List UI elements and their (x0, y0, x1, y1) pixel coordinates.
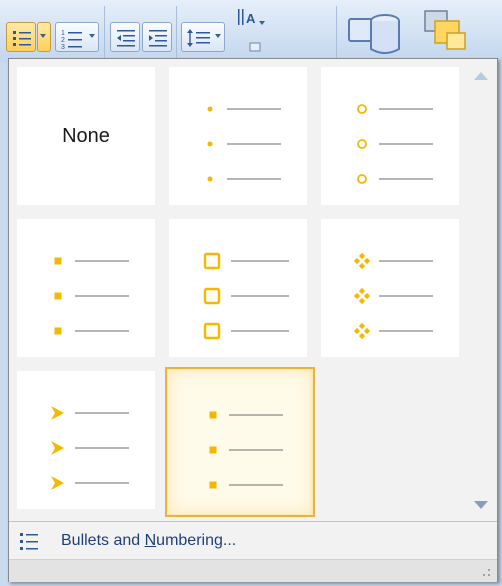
chevron-down-icon (259, 21, 265, 25)
shapes-icon (348, 14, 400, 54)
dot-bullet-icon (207, 176, 213, 182)
circle-bullet-icon (357, 104, 367, 114)
dot-bullet-icon (207, 141, 213, 147)
bullet-preview (54, 257, 129, 335)
shapes-button[interactable] (344, 4, 406, 56)
diamonds-bullet-icon (353, 252, 371, 270)
scroll-up-arrow-icon[interactable] (474, 72, 488, 80)
square-bullet-icon (209, 446, 217, 454)
chevron-down-icon (89, 34, 95, 38)
chevron-down-icon (40, 34, 46, 38)
text-direction-icon: A (238, 9, 261, 52)
bullet-style-hollow-round[interactable] (321, 67, 459, 205)
bullet-style-hollow-square[interactable] (169, 219, 307, 357)
bullet-preview (357, 104, 433, 184)
line-spacing-button[interactable] (181, 22, 225, 52)
text-direction-button[interactable]: A (229, 4, 269, 52)
square-bullet-icon (209, 411, 217, 419)
bullet-library-dropdown: None Bullets and Numbering... (8, 58, 498, 582)
bullet-preview (51, 406, 129, 490)
hollow-square-bullet-icon (203, 252, 221, 270)
svg-text:A: A (246, 11, 256, 26)
bullets-button[interactable] (6, 22, 36, 52)
gallery-scrollbar[interactable] (465, 59, 497, 521)
arrow-bullet-icon (51, 476, 64, 490)
svg-text:2: 2 (61, 37, 65, 44)
bullet-gallery-grid: None (9, 59, 465, 521)
diamonds-bullet-icon (353, 322, 371, 340)
hollow-square-bullet-icon (203, 287, 221, 305)
numbered-list-icon: 1 2 3 (61, 30, 82, 51)
circle-bullet-icon (357, 174, 367, 184)
dot-bullet-icon (207, 106, 213, 112)
square-bullet-icon (54, 292, 62, 300)
ribbon-toolbar: 1 2 3 A (0, 0, 502, 62)
bullet-preview (203, 252, 289, 340)
bullet-list-icon (13, 31, 31, 46)
decrease-indent-button[interactable] (110, 22, 140, 52)
bullet-preview (209, 411, 283, 489)
increase-indent-icon (149, 30, 167, 47)
bullet-style-arrow[interactable] (17, 371, 155, 509)
bullet-style-none[interactable]: None (17, 67, 155, 205)
chevron-down-icon (215, 34, 221, 38)
bullet-preview (353, 252, 433, 340)
square-bullet-icon (54, 257, 62, 265)
svg-text:3: 3 (61, 44, 65, 51)
ribbon-separator (176, 6, 177, 58)
scroll-down-arrow-icon[interactable] (474, 501, 488, 509)
square-bullet-icon (209, 481, 217, 489)
bullets-dropdown-button[interactable] (37, 22, 51, 52)
arrange-icon (424, 10, 466, 50)
increase-indent-button[interactable] (142, 22, 172, 52)
bullet-list-icon (20, 533, 38, 550)
arrange-button[interactable] (420, 6, 472, 56)
bullet-style-filled-square[interactable] (17, 219, 155, 357)
resize-grip-icon (483, 569, 490, 576)
bullet-preview (207, 106, 281, 182)
diamonds-bullet-icon (353, 287, 371, 305)
bullet-style-star[interactable] (321, 219, 459, 357)
square-bullet-icon (54, 327, 62, 335)
ribbon-separator (336, 6, 337, 58)
circle-bullet-icon (357, 139, 367, 149)
bullet-style-filled-round[interactable] (169, 67, 307, 205)
arrow-bullet-icon (51, 406, 64, 420)
bullets-and-numbering-label: Bullets and Numbering... (61, 532, 237, 549)
line-spacing-icon (187, 29, 210, 47)
svg-text:1: 1 (61, 30, 65, 37)
hollow-square-bullet-icon (203, 322, 221, 340)
decrease-indent-icon (117, 30, 135, 47)
ribbon-separator (104, 6, 105, 58)
bullet-style-small-square[interactable] (165, 367, 315, 517)
bullet-style-none-label: None (62, 124, 110, 147)
arrow-bullet-icon (51, 441, 64, 455)
bullets-and-numbering-command[interactable]: Bullets and Numbering... (9, 521, 497, 560)
resize-grip[interactable] (9, 559, 497, 582)
numbering-button[interactable]: 1 2 3 (55, 22, 99, 52)
